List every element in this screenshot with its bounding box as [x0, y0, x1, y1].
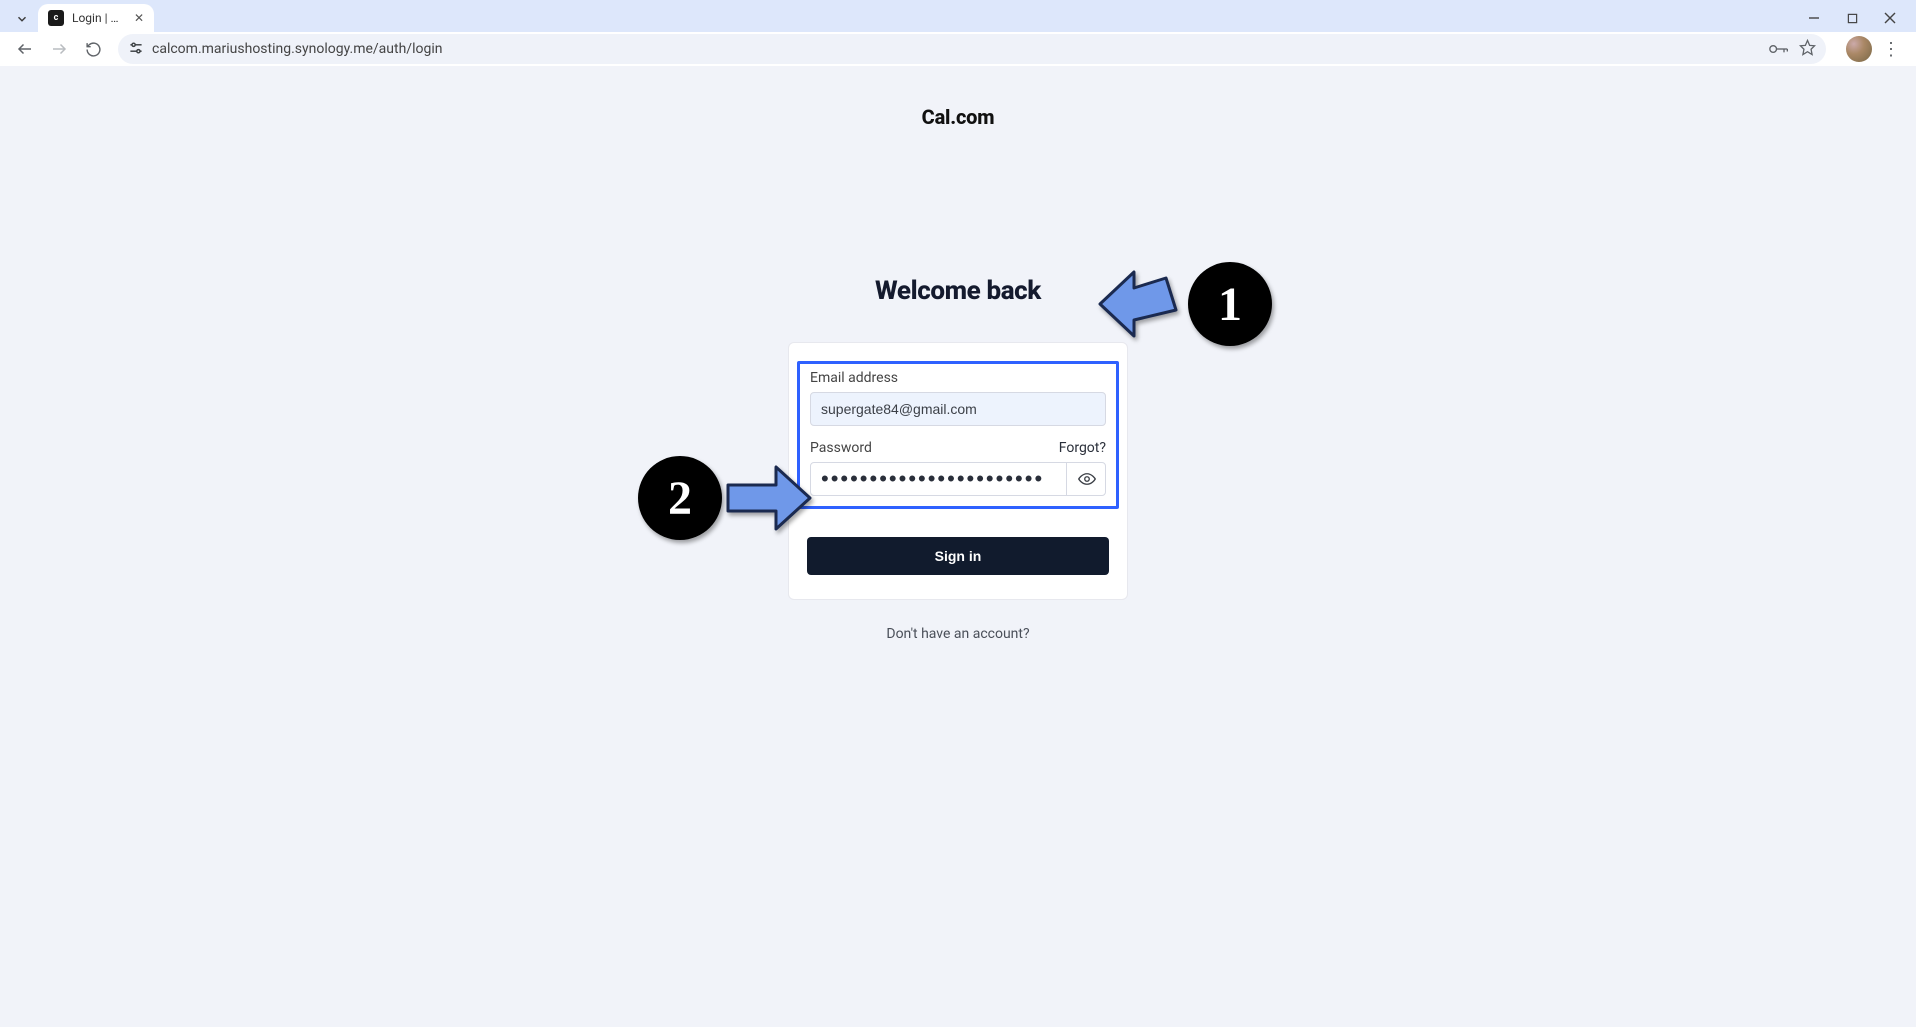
forgot-password-link[interactable]: Forgot?	[1059, 440, 1106, 456]
arrow-icon	[1098, 262, 1188, 346]
annotation-step-1: 1	[1098, 262, 1272, 346]
address-bar[interactable]: calcom.mariushosting.synology.me/auth/lo…	[118, 34, 1826, 64]
sign-in-button[interactable]: Sign in	[807, 537, 1109, 575]
annotation-step-2: 2	[638, 456, 812, 540]
tab-title: Login | Cal	[72, 11, 122, 25]
password-input[interactable]	[810, 462, 1106, 496]
password-field-row: Password Forgot?	[810, 440, 1106, 496]
no-account-link[interactable]: Don't have an account?	[788, 626, 1128, 642]
window-controls	[1796, 4, 1908, 32]
arrow-icon	[722, 463, 812, 533]
page-content: Cal.com Welcome back Email address Passw…	[0, 66, 1916, 1027]
window-maximize-button[interactable]	[1834, 5, 1870, 31]
show-password-button[interactable]	[1066, 462, 1106, 496]
address-bar-container: calcom.mariushosting.synology.me/auth/lo…	[118, 34, 1826, 64]
browser-menu-button[interactable]: ⋮	[1876, 39, 1906, 60]
tab-favicon-icon: c	[48, 10, 64, 26]
email-label: Email address	[810, 370, 1106, 386]
brand-logo: Cal.com	[922, 105, 995, 129]
site-settings-icon[interactable]	[128, 40, 144, 59]
tabstrip-chevron-icon[interactable]	[8, 6, 36, 32]
profile-avatar[interactable]	[1846, 36, 1872, 62]
window-titlebar: c Login | Cal ✕	[0, 0, 1916, 32]
browser-toolbar: calcom.mariushosting.synology.me/auth/lo…	[0, 32, 1916, 66]
step-badge: 2	[638, 456, 722, 540]
step-badge: 1	[1188, 262, 1272, 346]
email-input[interactable]	[810, 392, 1106, 426]
reload-button[interactable]	[78, 34, 108, 64]
back-button[interactable]	[10, 34, 40, 64]
password-input-wrap	[810, 462, 1106, 496]
browser-tab[interactable]: c Login | Cal ✕	[38, 4, 154, 32]
login-card: Email address Password Forgot?	[788, 342, 1128, 600]
password-label: Password	[810, 440, 872, 456]
window-close-button[interactable]	[1872, 5, 1908, 31]
bookmark-star-icon[interactable]	[1799, 39, 1816, 60]
credentials-highlight: Email address Password Forgot?	[797, 361, 1119, 509]
url-text[interactable]: calcom.mariushosting.synology.me/auth/lo…	[152, 41, 1761, 57]
password-key-icon[interactable]	[1769, 40, 1789, 59]
tab-close-icon[interactable]: ✕	[134, 11, 144, 25]
email-field-row: Email address	[810, 370, 1106, 426]
forward-button[interactable]	[44, 34, 74, 64]
page-title: Welcome back	[788, 276, 1128, 306]
login-container: Welcome back Email address Password Forg…	[788, 276, 1128, 642]
eye-icon	[1078, 470, 1096, 488]
window-minimize-button[interactable]	[1796, 5, 1832, 31]
